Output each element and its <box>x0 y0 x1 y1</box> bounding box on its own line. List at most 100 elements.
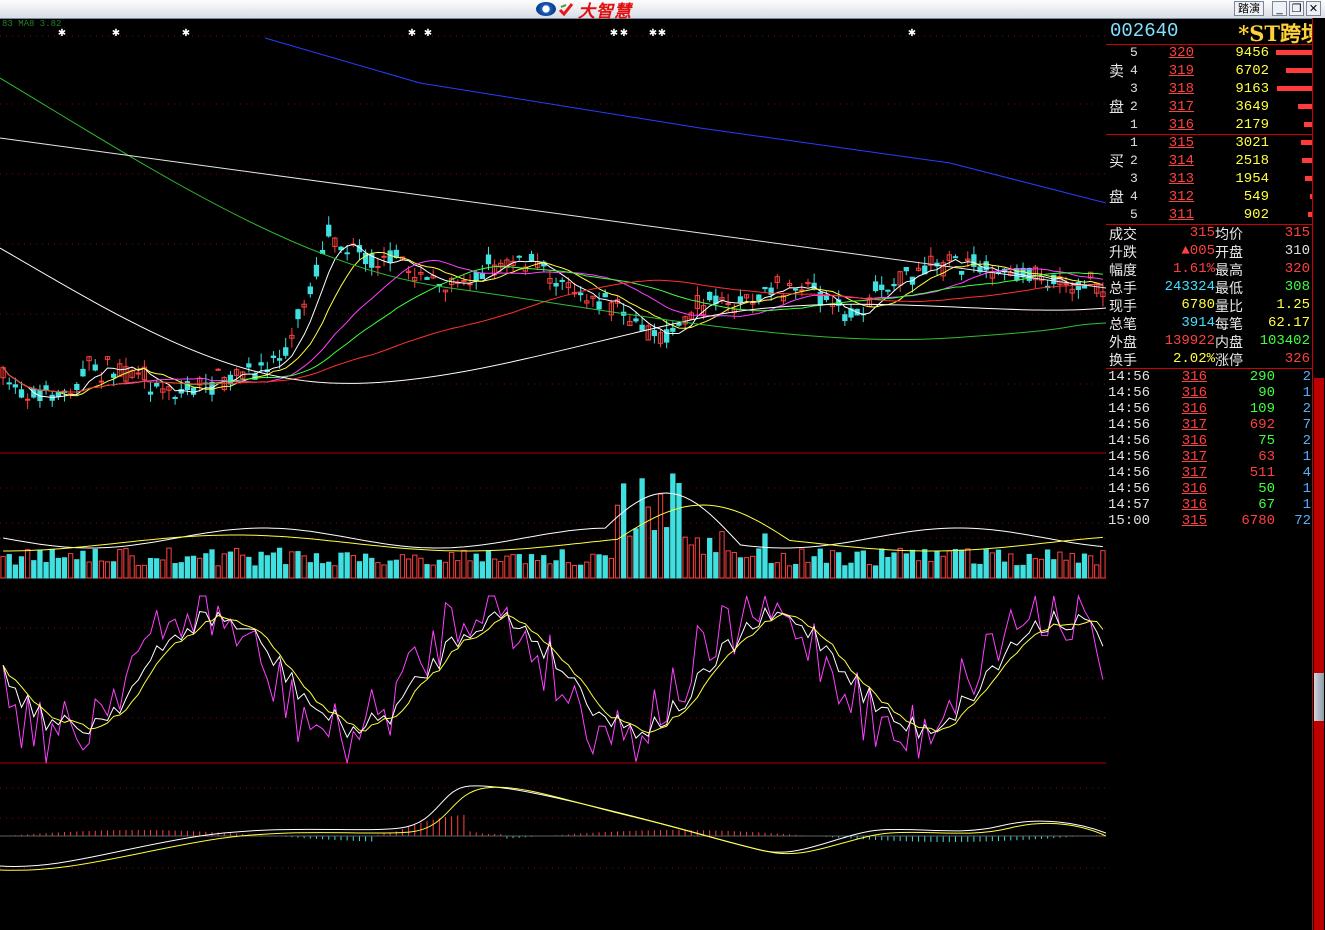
candle-body <box>725 303 731 306</box>
long-ma-line <box>264 37 1106 204</box>
volume-bar <box>240 554 246 579</box>
tick-volume: 63 <box>1258 449 1275 465</box>
volume-ma2-line <box>3 504 1103 552</box>
level-price: 319 <box>1168 63 1194 79</box>
volume-bar <box>571 564 578 579</box>
tick-price: 317 <box>1181 465 1207 481</box>
stat-label: 每笔 <box>1215 317 1243 333</box>
volume-bar <box>289 551 295 579</box>
volume-bar <box>485 550 492 579</box>
kline-chart[interactable]: ✱ ✱ ✱ ✱ ✱ ✱ ✱ ✱ ✱ ✱ <box>0 18 1106 930</box>
restore-button[interactable]: ❐ <box>1289 1 1304 16</box>
volume-bar <box>172 563 178 579</box>
tick-price: 317 <box>1181 417 1207 433</box>
volume-bar <box>805 561 811 579</box>
volume-bar <box>399 554 406 579</box>
stock-code: 002640 <box>1110 20 1179 42</box>
volume-bar <box>922 549 928 579</box>
vertical-scrollbar[interactable] <box>1312 18 1325 930</box>
candle-body <box>313 264 320 277</box>
level-number: 5 <box>1130 45 1138 60</box>
volume-bar <box>713 552 719 579</box>
volume-bar <box>516 554 522 579</box>
volume-bar <box>989 552 995 579</box>
volume-bar <box>688 544 694 579</box>
candle-body <box>80 368 86 377</box>
stats-row: 外盘 139922 内盘 103402 <box>1106 332 1312 351</box>
dazhihui-logo-icon <box>536 2 556 16</box>
volume-bar <box>707 537 713 579</box>
candle-body <box>885 289 891 292</box>
volume-bar <box>958 549 965 579</box>
volume-bar <box>43 562 49 579</box>
volume-bar <box>909 549 916 579</box>
stats-row: 换手 2.02% 涨停 326 <box>1106 350 1312 369</box>
ask-level-row: 4 319 6702 <box>1106 62 1312 80</box>
candle-body <box>577 292 584 296</box>
volume-bar <box>645 506 651 579</box>
macd-dif-line <box>0 785 1106 867</box>
tick-count: 2 <box>1302 369 1311 385</box>
candle-body <box>276 358 283 361</box>
volume-bar <box>154 558 160 579</box>
star-marker-icon: ✱ <box>610 28 618 39</box>
tick-time: 14:56 <box>1108 385 1151 401</box>
volume-bar <box>197 557 203 579</box>
tick-count: 1 <box>1302 449 1311 465</box>
volume-ma-line <box>3 492 1103 549</box>
volume-bar <box>467 560 473 579</box>
candle-body <box>43 385 49 391</box>
bid-level-row: 4 312 549 <box>1106 188 1312 206</box>
candle-body <box>283 347 289 356</box>
volume-bar <box>405 558 412 579</box>
level-price: 318 <box>1168 81 1194 97</box>
candle-body <box>424 277 430 280</box>
volume-bar <box>24 549 31 579</box>
level-price: 311 <box>1168 207 1194 223</box>
level-price: 312 <box>1168 189 1194 205</box>
tick-row: 14:56 317 511 4 <box>1106 465 1312 481</box>
volume-bar <box>111 561 117 579</box>
candle-body <box>24 398 31 401</box>
volume-bar <box>68 553 74 579</box>
candle-body <box>295 309 301 320</box>
volume-bar <box>633 528 639 579</box>
close-button[interactable]: ✕ <box>1306 1 1321 16</box>
volume-bar <box>817 548 823 579</box>
volume-bar <box>584 561 590 579</box>
ma5-line <box>2 243 1103 399</box>
level-volume: 3021 <box>1235 135 1269 151</box>
candle-body <box>528 253 535 262</box>
volume-bar <box>430 564 436 579</box>
minimize-button[interactable]: _ <box>1272 1 1287 16</box>
volume-bar <box>608 557 615 579</box>
volume-bar <box>129 555 135 579</box>
volume-bar <box>1026 553 1032 579</box>
tick-count: 72 <box>1294 513 1311 529</box>
volume-bar <box>682 536 688 579</box>
volume-bar <box>1038 558 1045 579</box>
star-marker-icon: ✱ <box>908 28 916 39</box>
tick-time: 14:56 <box>1108 417 1151 433</box>
level-volume: 549 <box>1243 189 1269 205</box>
candle-body <box>467 283 473 286</box>
level-number: 2 <box>1130 153 1138 168</box>
volume-bar <box>762 533 768 579</box>
trial-button[interactable]: 踏演 <box>1234 1 1264 16</box>
depth-bar <box>1298 104 1312 109</box>
stat-label: 最高 <box>1215 263 1243 279</box>
ask-level-row: 3 318 9163 <box>1106 80 1312 98</box>
ask-level-row: 5 320 9456 <box>1106 44 1312 62</box>
stat-label: 换手 <box>1109 353 1137 369</box>
volume-bar <box>664 527 670 579</box>
volume-bar <box>37 549 43 579</box>
volume-bar <box>86 561 92 579</box>
candle-body <box>762 286 768 290</box>
volume-bar <box>940 555 946 579</box>
scroll-thumb[interactable] <box>1314 673 1324 721</box>
candle-body <box>172 396 178 399</box>
volume-bar <box>1057 551 1063 579</box>
stat-value: 62.17 <box>1267 315 1310 331</box>
volume-bar <box>547 563 553 579</box>
depth-bar <box>1276 50 1312 55</box>
